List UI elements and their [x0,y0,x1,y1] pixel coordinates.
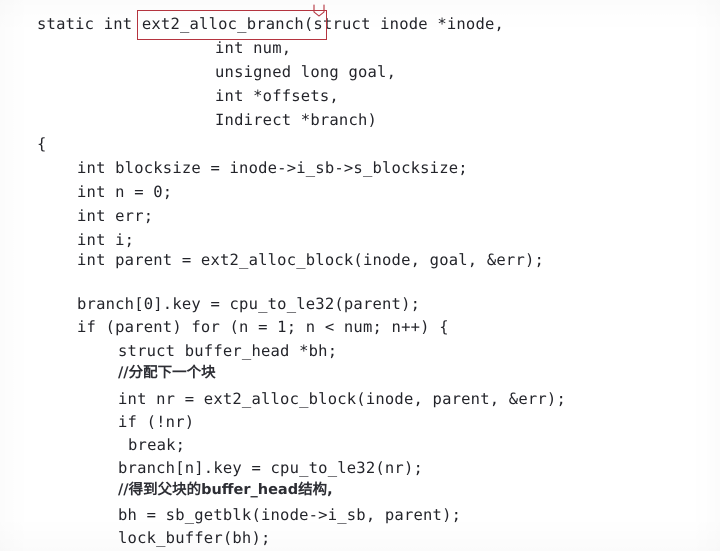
code-line: branch[n].key = cpu_to_le32(nr); [118,459,424,477]
code-line: //分配下一个块 [118,365,216,381]
code-line: int nr = ext2_alloc_block(inode, parent,… [118,390,566,408]
code-line: int n = 0; [77,183,173,201]
scanned-code-page: static int ext2_alloc_branch(struct inod… [0,0,720,551]
code-line: { [37,135,47,153]
code-line: if (!nr) [118,413,195,431]
code-line: int parent = ext2_alloc_block(inode, goa… [77,251,545,269]
code-line: bh = sb_getblk(inode->i_sb, parent); [118,506,462,524]
code-line: break; [128,436,186,454]
code-line: branch[0].key = cpu_to_le32(parent); [77,295,421,313]
code-line: //得到父块的buffer_head结构, [118,482,333,498]
code-line: lock_buffer(bh); [118,529,271,547]
code-line: static int ext2_alloc_branch(struct inod… [37,15,505,33]
code-line: if (parent) for (n = 1; n < num; n++) { [77,318,449,336]
code-line: Indirect *branch) [215,111,378,129]
code-line: struct buffer_head *bh; [118,342,338,360]
code-line: int err; [77,207,154,225]
code-line: int blocksize = inode->i_sb->s_blocksize… [77,159,468,177]
code-line: unsigned long goal, [215,63,397,81]
code-line: int *offsets, [215,87,339,105]
code-line: int num, [215,39,292,57]
